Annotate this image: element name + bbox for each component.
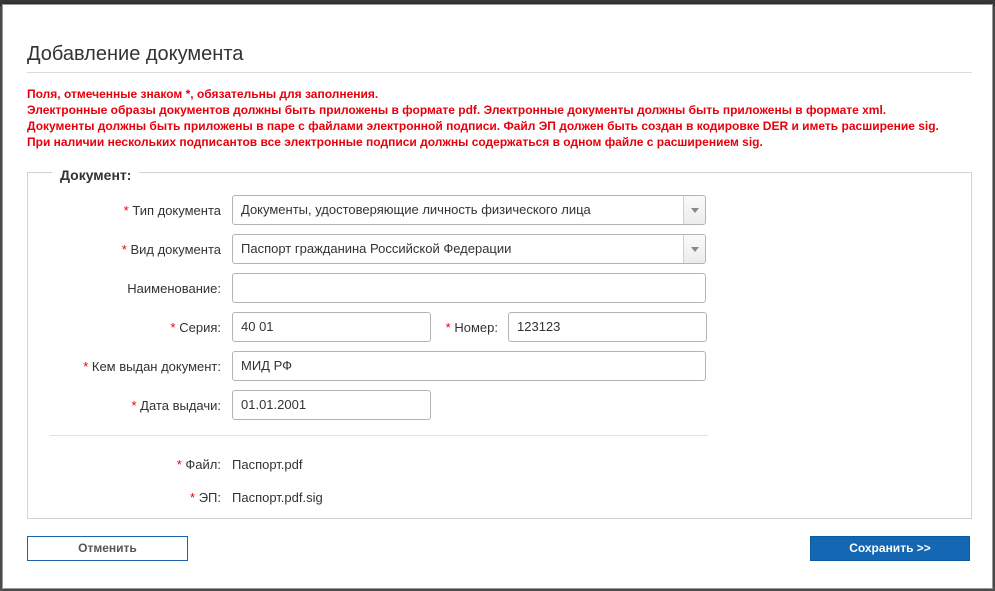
required-marker: *: [121, 242, 127, 257]
file-label: * Файл:: [176, 457, 221, 472]
number-label: * Номер:: [445, 320, 498, 335]
doc-kind-label: * Вид документа: [121, 242, 221, 257]
series-label: * Серия:: [170, 320, 221, 335]
note-line: Документы должны быть приложены в паре с…: [27, 119, 939, 133]
document-fieldset: Документ: * Тип документа Документы, удо…: [27, 167, 972, 519]
signature-label: * ЭП:: [190, 490, 221, 505]
issue-date-label: * Дата выдачи:: [131, 398, 221, 413]
issued-by-input[interactable]: МИД РФ: [232, 351, 706, 381]
chevron-down-icon[interactable]: [683, 196, 705, 224]
signature-file-link[interactable]: Паспорт.pdf.sig: [232, 490, 323, 505]
required-marker: *: [176, 457, 182, 472]
required-marker: *: [190, 490, 196, 505]
doc-type-select[interactable]: Документы, удостоверяющие личность физич…: [232, 195, 706, 225]
required-marker: *: [170, 320, 176, 335]
chevron-down-icon[interactable]: [683, 235, 705, 263]
doc-kind-select[interactable]: Паспорт гражданина Российской Федерации: [232, 234, 706, 264]
name-label: Наименование:: [127, 281, 221, 296]
series-input[interactable]: 40 01: [232, 312, 431, 342]
cancel-button[interactable]: Отменить: [27, 536, 188, 561]
issued-by-label: * Кем выдан документ:: [83, 359, 221, 374]
issue-date-input[interactable]: 01.01.2001: [232, 390, 431, 420]
number-input[interactable]: 123123: [508, 312, 707, 342]
note-line: При наличии нескольких подписантов все э…: [27, 135, 763, 149]
fieldset-legend: Документ:: [52, 167, 140, 183]
add-document-dialog: Добавление документа Поля, отмеченные зн…: [2, 4, 993, 589]
required-marker: *: [445, 320, 451, 335]
file-link[interactable]: Паспорт.pdf: [232, 457, 302, 472]
requirements-notes: Поля, отмеченные знаком *, обязательны д…: [27, 86, 972, 150]
section-divider: [50, 435, 708, 436]
dialog-title: Добавление документа: [27, 43, 244, 65]
required-marker: *: [83, 359, 89, 374]
required-marker: *: [131, 398, 137, 413]
note-line: Поля, отмеченные знаком *, обязательны д…: [27, 87, 379, 101]
doc-type-label: * Тип документа: [123, 203, 221, 218]
note-line: Электронные образы документов должны быт…: [27, 103, 887, 117]
save-button[interactable]: Сохранить >>: [810, 536, 970, 561]
required-marker: *: [123, 203, 129, 218]
name-input[interactable]: [232, 273, 706, 303]
title-divider: [27, 72, 972, 73]
